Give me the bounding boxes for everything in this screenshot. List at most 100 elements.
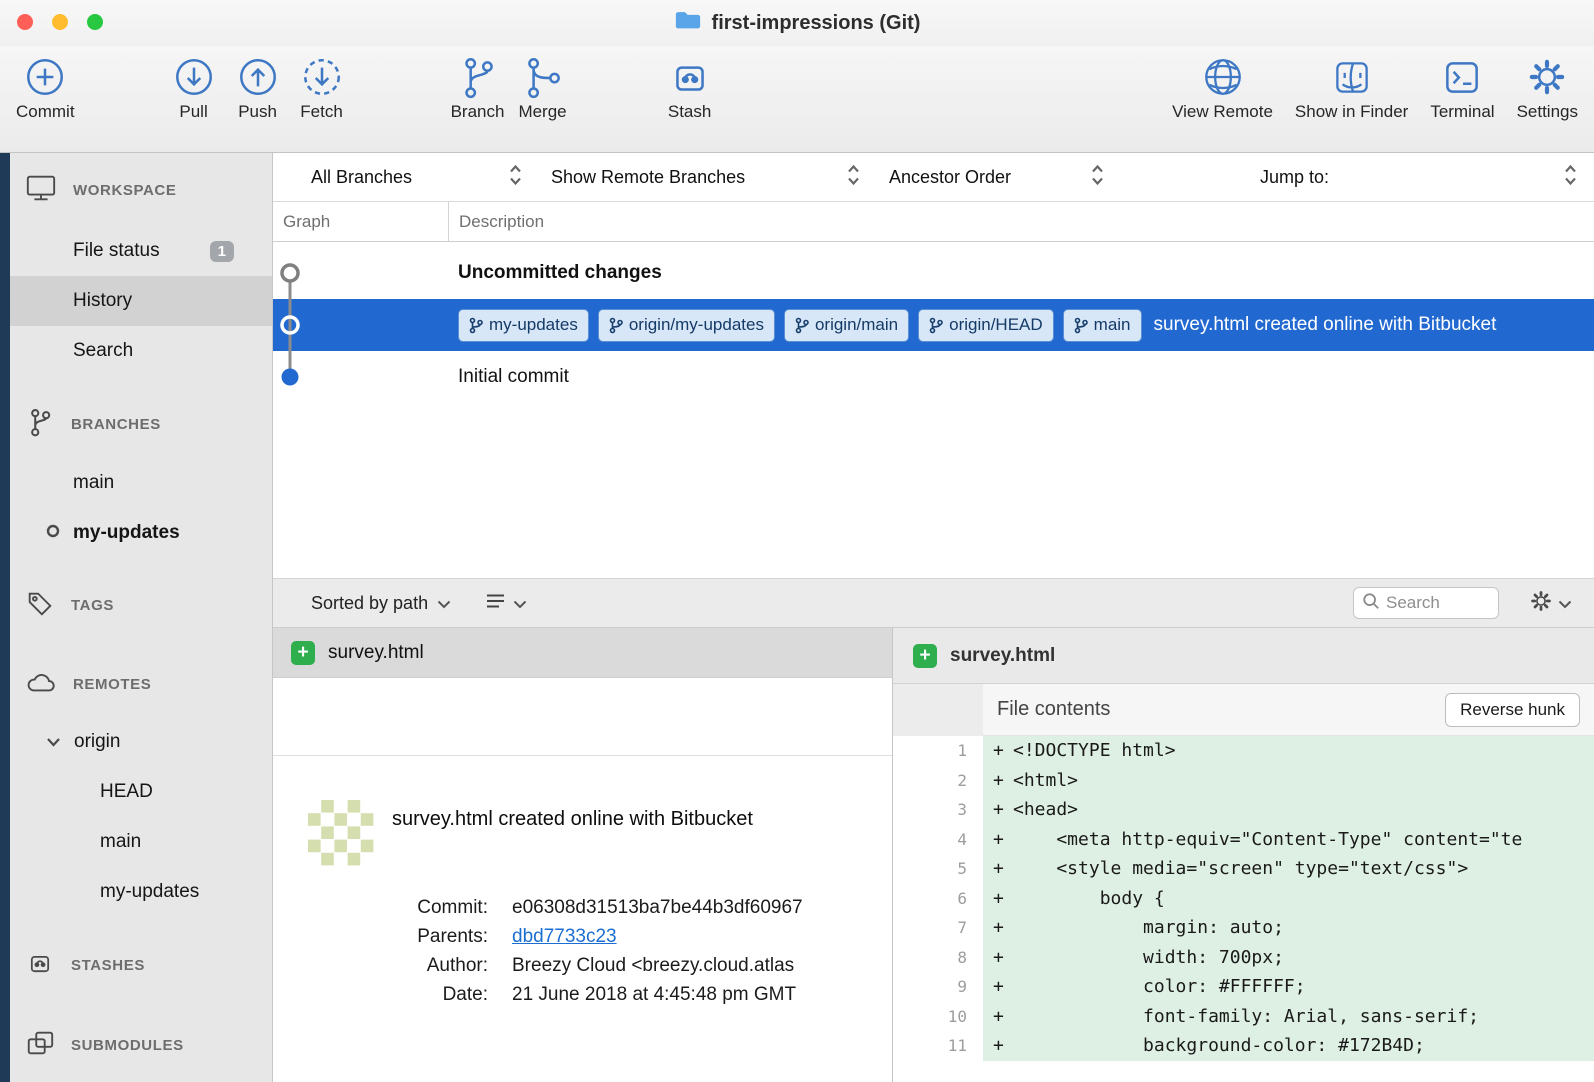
sidebar-remote-my-updates[interactable]: my-updates (10, 867, 272, 917)
push-button[interactable]: Push (235, 54, 281, 122)
commit-list: Uncommitted changes my-updates origin/my… (273, 242, 1594, 578)
commit-row-initial[interactable]: Initial commit (273, 351, 1594, 403)
branch-filter-dropdown[interactable]: All Branches (311, 162, 523, 193)
branch-button[interactable]: Branch (451, 54, 505, 122)
sort-order-dropdown[interactable]: Ancestor Order (889, 162, 1105, 193)
diff-add-sign: + (983, 1002, 1013, 1032)
sidebar-remote-main[interactable]: main (10, 817, 272, 867)
window-title: first-impressions (Git) (712, 12, 921, 35)
badge-label: my-updates (489, 315, 578, 335)
changed-file-row[interactable]: + survey.html (273, 628, 892, 678)
sidebar-section-stashes: STASHES (10, 946, 272, 984)
commit-message: survey.html created online with Bitbucke… (1154, 314, 1497, 336)
sort-order-label: Ancestor Order (889, 167, 1011, 188)
workspace-icon (25, 172, 57, 208)
sidebar-branch-main[interactable]: main (10, 458, 272, 508)
remote-branches-dropdown[interactable]: Show Remote Branches (551, 162, 861, 193)
sidebar-item-file-status[interactable]: File status 1 (10, 226, 272, 276)
hunk-header: File contents Reverse hunk (893, 684, 1594, 736)
line-number: 4 (893, 825, 983, 855)
history-filter-bar: All Branches Show Remote Branches Ancest… (273, 153, 1594, 202)
finder-icon (1329, 54, 1375, 100)
diff-code: <!DOCTYPE html> (1013, 736, 1594, 766)
diff-add-sign: + (983, 943, 1013, 973)
zoom-button[interactable] (87, 14, 103, 30)
chevron-down-icon (46, 731, 61, 753)
diff-code: width: 700px; (1013, 943, 1594, 973)
line-number: 3 (893, 795, 983, 825)
badge-label: origin/main (815, 315, 898, 335)
commit-fields: Commit: e06308d31513ba7be44b3df60967 Par… (308, 890, 803, 1013)
merge-button[interactable]: Merge (518, 54, 566, 122)
settings-button[interactable]: Settings (1517, 54, 1578, 122)
terminal-button[interactable]: Terminal (1430, 54, 1494, 122)
diff-code: <html> (1013, 766, 1594, 796)
parents-label: Parents: (308, 926, 488, 948)
sidebar-item-search[interactable]: Search (10, 326, 272, 376)
minimize-button[interactable] (52, 14, 68, 30)
file-list-toolbar: Sorted by path (273, 578, 1594, 628)
search-icon (1362, 592, 1380, 615)
author-label: Author: (308, 955, 488, 977)
terminal-label: Terminal (1430, 102, 1494, 122)
sidebar-section-tags: TAGS (10, 586, 272, 624)
sort-dropdown[interactable]: Sorted by path (311, 593, 451, 614)
workspace-label: WORKSPACE (73, 182, 176, 199)
jump-to-dropdown[interactable]: Jump to: (1260, 162, 1578, 193)
commit-row-uncommitted[interactable]: Uncommitted changes (273, 247, 1594, 299)
sidebar-item-history[interactable]: History (10, 276, 272, 326)
show-in-finder-label: Show in Finder (1295, 102, 1408, 122)
chevron-down-icon (513, 593, 527, 614)
uncommitted-changes-label: Uncommitted changes (458, 262, 662, 284)
diff-line: 10+ font-family: Arial, sans-serif; (893, 1002, 1594, 1032)
branch-badge: my-updates (458, 309, 589, 342)
commit-title: survey.html created online with Bitbucke… (392, 800, 753, 831)
file-options-dropdown[interactable] (1529, 589, 1572, 618)
commit-field-row: Author: Breezy Cloud <breezy.cloud.atlas (308, 955, 803, 977)
sort-label: Sorted by path (311, 593, 428, 614)
badge-label: main (1094, 315, 1131, 335)
submodules-icon (25, 1028, 55, 1062)
titlebar: first-impressions (Git) (0, 0, 1594, 46)
sidebar-branch-my-updates[interactable]: my-updates (10, 508, 272, 558)
diff-line: 4+ <meta http-equiv="Content-Type" conte… (893, 825, 1594, 855)
view-options-dropdown[interactable] (485, 593, 527, 614)
fetch-button[interactable]: Fetch (299, 54, 345, 122)
stash-label: Stash (668, 102, 711, 122)
sidebar-remote-origin[interactable]: origin (10, 717, 272, 767)
search-input[interactable] (1386, 593, 1490, 613)
diff-add-sign: + (983, 854, 1013, 884)
stepper-icon (846, 162, 861, 193)
terminal-icon (1439, 54, 1485, 100)
hunk-gutter (893, 684, 983, 736)
folder-icon (674, 9, 702, 37)
diff-code: font-family: Arial, sans-serif; (1013, 1002, 1594, 1032)
view-remote-button[interactable]: View Remote (1172, 54, 1273, 122)
line-number: 1 (893, 736, 983, 766)
diff-line: 5+ <style media="screen" type="text/css"… (893, 854, 1594, 884)
diff-line: 6+ body { (893, 884, 1594, 914)
line-number: 11 (893, 1031, 983, 1061)
commit-row-selected[interactable]: my-updates origin/my-updates origin/main… (273, 299, 1594, 351)
commit-button[interactable]: Commit (16, 54, 75, 122)
history-table-header: Graph Description (273, 202, 1594, 242)
reverse-hunk-button[interactable]: Reverse hunk (1445, 693, 1580, 727)
sidebar-remote-head[interactable]: HEAD (10, 767, 272, 817)
merge-icon (520, 54, 566, 100)
stash-button[interactable]: Stash (667, 54, 713, 122)
close-button[interactable] (17, 14, 33, 30)
pull-button[interactable]: Pull (171, 54, 217, 122)
column-header-graph[interactable]: Graph (273, 202, 448, 241)
author-value: Breezy Cloud <breezy.cloud.atlas (488, 955, 803, 977)
parent-commit-link[interactable]: dbd7733c23 (512, 926, 617, 947)
column-header-description[interactable]: Description (448, 202, 1594, 241)
branch-badge: main (1063, 309, 1142, 342)
commit-hash-value: e06308d31513ba7be44b3df60967 (488, 897, 803, 919)
file-search-field[interactable] (1353, 587, 1499, 619)
stash-icon (667, 54, 713, 100)
search-label: Search (73, 340, 133, 362)
diff-add-sign: + (983, 736, 1013, 766)
diff-code: <head> (1013, 795, 1594, 825)
show-in-finder-button[interactable]: Show in Finder (1295, 54, 1408, 122)
fetch-label: Fetch (300, 102, 343, 122)
